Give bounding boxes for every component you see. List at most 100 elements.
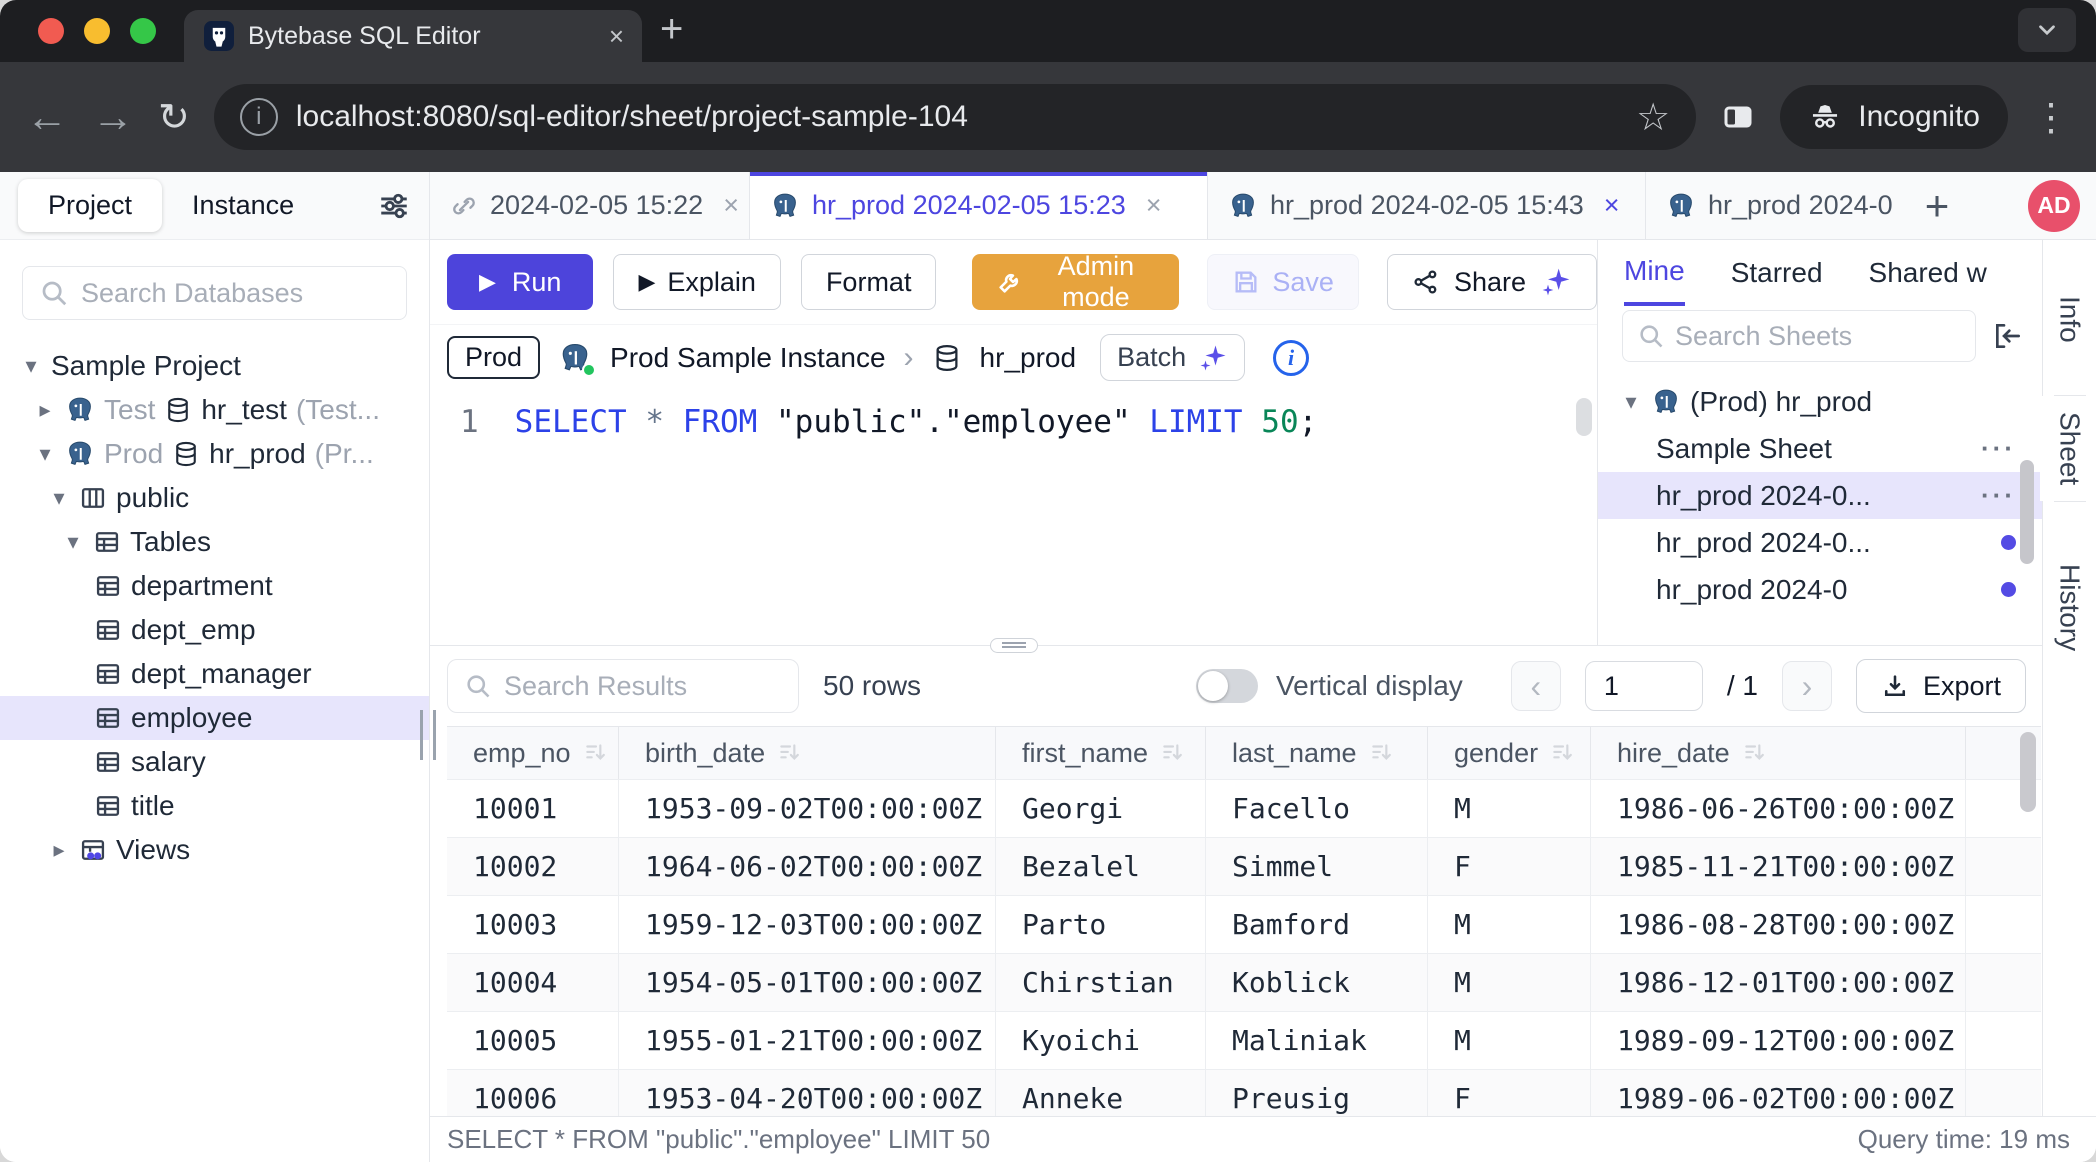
cell-birth-date[interactable]: 1953-04-20T00:00:00Z [619, 1070, 996, 1116]
sql-code-editor[interactable]: 1 SELECT * FROM "public"."employee" LIMI… [430, 390, 1597, 645]
caret-down-icon[interactable]: ▾ [34, 441, 56, 467]
cell-emp-no[interactable]: 10006 [447, 1070, 619, 1116]
save-button[interactable]: Save [1207, 254, 1359, 310]
table-row[interactable]: 10005 1955-01-21T00:00:00Z Kyoichi Malin… [447, 1012, 2041, 1070]
cell-first-name[interactable]: Anneke [996, 1070, 1206, 1116]
run-button[interactable]: ▶ Run [447, 254, 593, 310]
tab-sheet-active[interactable]: Sheet [2054, 395, 2086, 502]
tree-item-database-test[interactable]: ▸ Test hr_test (Test... [0, 388, 429, 432]
minimize-window-button[interactable] [84, 18, 110, 44]
cell-emp-no[interactable]: 10004 [447, 954, 619, 1011]
close-window-button[interactable] [38, 18, 64, 44]
database-name[interactable]: hr_prod [980, 342, 1077, 374]
column-header[interactable]: gender [1428, 727, 1591, 779]
site-info-icon[interactable]: i [240, 98, 278, 136]
export-button[interactable]: Export [1856, 659, 2026, 713]
side-panel-icon[interactable] [1720, 99, 1756, 135]
cell-last-name[interactable]: Simmel [1206, 838, 1428, 895]
vertical-display-toggle[interactable] [1196, 669, 1258, 703]
tree-item-tables-group[interactable]: ▾ Tables [0, 520, 429, 564]
column-header[interactable]: birth_date [619, 727, 996, 779]
share-button[interactable]: Share [1387, 254, 1597, 310]
split-drag-handle[interactable] [990, 638, 1038, 653]
sidebar-resize-handle[interactable] [420, 710, 436, 760]
cell-last-name[interactable]: Facello [1206, 780, 1428, 837]
cell-first-name[interactable]: Georgi [996, 780, 1206, 837]
cell-first-name[interactable]: Bezalel [996, 838, 1206, 895]
next-page-button[interactable]: › [1782, 661, 1832, 711]
cell-last-name[interactable]: Preusig [1206, 1070, 1428, 1116]
cell-birth-date[interactable]: 1964-06-02T00:00:00Z [619, 838, 996, 895]
browser-tab[interactable]: Bytebase SQL Editor × [184, 10, 642, 62]
table-row[interactable]: 10002 1964-06-02T00:00:00Z Bezalel Simme… [447, 838, 2041, 896]
instance-name[interactable]: Prod Sample Instance [610, 342, 886, 374]
sheet-search-input[interactable] [1675, 321, 1961, 352]
tab-info[interactable]: Info [2054, 280, 2086, 359]
cell-emp-no[interactable]: 10003 [447, 896, 619, 953]
results-search[interactable] [447, 659, 799, 713]
tree-item-table-department[interactable]: department [0, 564, 429, 608]
caret-down-icon[interactable]: ▾ [48, 485, 70, 511]
close-tab-icon[interactable]: × [1604, 190, 1620, 221]
cell-hire-date[interactable]: 1989-09-12T00:00:00Z [1591, 1012, 1966, 1069]
tree-item-project[interactable]: ▾ Sample Project [0, 344, 429, 388]
cell-birth-date[interactable]: 1959-12-03T00:00:00Z [619, 896, 996, 953]
bookmark-star-icon[interactable]: ☆ [1636, 95, 1670, 140]
sheet-group-row[interactable]: ▾ (Prod) hr_prod [1598, 378, 2042, 425]
database-search[interactable] [22, 266, 407, 320]
tab-instance[interactable]: Instance [162, 179, 324, 232]
import-sheet-icon[interactable] [1992, 320, 2024, 352]
new-sheet-tab-button[interactable]: + [1908, 172, 1966, 239]
cell-gender[interactable]: M [1428, 896, 1591, 953]
column-header[interactable]: last_name [1206, 727, 1428, 779]
table-row[interactable]: 10006 1953-04-20T00:00:00Z Anneke Preusi… [447, 1070, 2041, 1116]
table-row[interactable]: 10004 1954-05-01T00:00:00Z Chirstian Kob… [447, 954, 2041, 1012]
explain-button[interactable]: ▶ Explain [613, 254, 780, 310]
column-header[interactable]: emp_no [447, 727, 619, 779]
cell-last-name[interactable]: Koblick [1206, 954, 1428, 1011]
sheet-item-selected[interactable]: hr_prod 2024-0... ··· [1598, 472, 2042, 519]
close-tab-icon[interactable]: × [609, 21, 624, 52]
cell-hire-date[interactable]: 1986-08-28T00:00:00Z [1591, 896, 1966, 953]
sheet-item[interactable]: hr_prod 2024-0... [1598, 519, 2042, 566]
editor-tab-4[interactable]: hr_prod 2024-0 [1646, 172, 1908, 239]
editor-tab-1[interactable]: 2024-02-05 15:22 × [430, 172, 750, 239]
close-tab-icon[interactable]: × [1146, 190, 1162, 221]
sheet-item[interactable]: hr_prod 2024-0 [1598, 566, 2042, 613]
tree-item-views-group[interactable]: ▸ Views [0, 828, 429, 872]
tab-shared[interactable]: Shared w [1869, 240, 1987, 306]
caret-down-icon[interactable]: ▾ [1620, 389, 1642, 415]
tree-item-table-title[interactable]: title [0, 784, 429, 828]
cell-hire-date[interactable]: 1986-06-26T00:00:00Z [1591, 780, 1966, 837]
database-search-input[interactable] [81, 278, 390, 309]
tree-item-table-employee[interactable]: employee [0, 696, 429, 740]
cell-birth-date[interactable]: 1955-01-21T00:00:00Z [619, 1012, 996, 1069]
cell-hire-date[interactable]: 1989-06-02T00:00:00Z [1591, 1070, 1966, 1116]
batch-button[interactable]: Batch [1100, 334, 1245, 381]
table-row[interactable]: 10003 1959-12-03T00:00:00Z Parto Bamford… [447, 896, 2041, 954]
cell-hire-date[interactable]: 1986-12-01T00:00:00Z [1591, 954, 1966, 1011]
tab-search-button[interactable] [2018, 8, 2076, 52]
cell-last-name[interactable]: Bamford [1206, 896, 1428, 953]
table-scrollbar[interactable] [2020, 732, 2036, 812]
tab-project[interactable]: Project [18, 179, 162, 232]
tree-item-schema-public[interactable]: ▾ public [0, 476, 429, 520]
prev-page-button[interactable]: ‹ [1511, 661, 1561, 711]
cell-gender[interactable]: M [1428, 954, 1591, 1011]
cell-gender[interactable]: F [1428, 1070, 1591, 1116]
sheet-search[interactable] [1622, 310, 1976, 362]
maximize-window-button[interactable] [130, 18, 156, 44]
results-search-input[interactable] [504, 671, 782, 702]
cell-first-name[interactable]: Chirstian [996, 954, 1206, 1011]
caret-right-icon[interactable]: ▸ [48, 837, 70, 863]
column-header[interactable]: hire_date [1591, 727, 1966, 779]
cell-emp-no[interactable]: 10002 [447, 838, 619, 895]
column-header[interactable]: first_name [996, 727, 1206, 779]
info-icon[interactable]: i [1273, 340, 1309, 376]
cell-emp-no[interactable]: 10005 [447, 1012, 619, 1069]
table-row[interactable]: 10001 1953-09-02T00:00:00Z Georgi Facell… [447, 780, 2041, 838]
tree-item-table-salary[interactable]: salary [0, 740, 429, 784]
editor-scrollbar[interactable] [1576, 398, 1592, 436]
user-avatar[interactable]: AD [2028, 180, 2080, 232]
more-menu-icon[interactable]: ··· [1981, 433, 2016, 464]
